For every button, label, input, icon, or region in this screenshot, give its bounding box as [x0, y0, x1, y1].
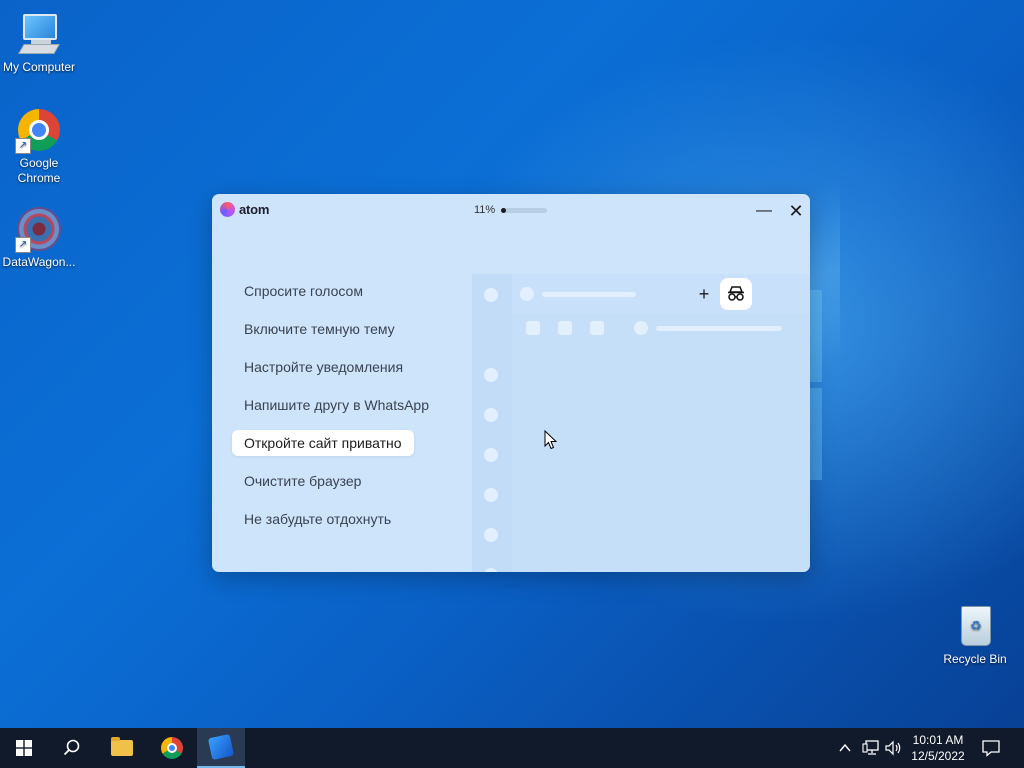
chrome-icon: [161, 737, 183, 759]
tips-list: Спросите голосом Включите темную тему Наст…: [232, 278, 441, 544]
desktop-icon-google-chrome[interactable]: ↗ Google Chrome: [0, 106, 79, 186]
mouse-cursor-icon: [544, 430, 558, 450]
notifications-icon[interactable]: [982, 739, 1000, 757]
network-icon[interactable]: [862, 740, 880, 756]
tray-overflow-chevron-icon[interactable]: [838, 741, 852, 755]
chrome-taskbar-button[interactable]: [148, 728, 196, 768]
browser-preview: [472, 274, 810, 572]
atom-logo: atom: [220, 202, 269, 217]
start-icon: [16, 740, 32, 756]
desktop-icon-recycle-bin[interactable]: ♻ Recycle Bin: [935, 602, 1015, 667]
tip-item[interactable]: Откройте сайт приватно: [232, 430, 414, 456]
taskbar-clock[interactable]: 10:01 AM 12/5/2022: [906, 732, 970, 764]
chrome-icon: ↗: [15, 106, 63, 154]
start-button[interactable]: [0, 728, 48, 768]
close-button[interactable]: ✕: [785, 200, 807, 222]
desktop-icon-label: Google Chrome: [17, 156, 61, 185]
clock-date: 12/5/2022: [911, 749, 965, 763]
taskbar: 10:01 AM 12/5/2022: [0, 728, 1024, 768]
computer-icon: [15, 10, 63, 58]
minimize-button[interactable]: —: [753, 200, 775, 222]
desktop-icon-label: DataWagon...: [2, 255, 76, 269]
tip-item[interactable]: Настройте уведомления: [232, 354, 415, 380]
search-button[interactable]: [48, 728, 96, 768]
preview-toolbar: [512, 274, 810, 314]
progress-fill: [501, 207, 507, 213]
preview-sidebar: [472, 274, 512, 572]
clock-time: 10:01 AM: [912, 733, 964, 747]
setup-progress: 11%: [474, 204, 548, 216]
volume-icon[interactable]: [885, 740, 903, 756]
desktop-icon-my-computer[interactable]: My Computer: [0, 10, 79, 75]
tip-item[interactable]: Включите темную тему: [232, 316, 407, 342]
atom-window: atom 11% — ✕ + Спросите голосом Включите…: [212, 194, 810, 572]
tip-item[interactable]: Не забудьте отдохнуть: [232, 506, 403, 532]
window-titlebar[interactable]: atom 11% — ✕: [212, 194, 810, 228]
recycle-bin-icon: ♻: [951, 602, 999, 650]
new-tab-button[interactable]: +: [693, 284, 715, 304]
atom-logo-text: atom: [239, 202, 270, 217]
progress-percent: 11%: [474, 204, 496, 216]
atom-logo-icon: [220, 202, 235, 217]
desktop-icon-label: Recycle Bin: [943, 652, 1007, 666]
tip-item[interactable]: Очистите браузер: [232, 468, 373, 494]
file-explorer-icon: [111, 737, 133, 756]
shortcut-arrow-icon: ↗: [15, 138, 31, 154]
search-icon: [63, 739, 80, 756]
atom-taskbar-button[interactable]: [197, 728, 245, 768]
tip-item[interactable]: Напишите другу в WhatsApp: [232, 392, 441, 418]
shortcut-arrow-icon: ↗: [15, 237, 31, 253]
desktop-icon-datawagon[interactable]: ↗ DataWagon...: [0, 205, 79, 270]
tip-item[interactable]: Спросите голосом: [232, 278, 375, 304]
datawagon-icon: ↗: [15, 205, 63, 253]
progress-bar: [501, 207, 548, 213]
incognito-icon: [728, 286, 744, 301]
atom-browser-icon: [207, 733, 235, 761]
incognito-button[interactable]: [720, 278, 752, 310]
file-explorer-button[interactable]: [98, 728, 146, 768]
desktop-icon-label: My Computer: [2, 60, 76, 74]
